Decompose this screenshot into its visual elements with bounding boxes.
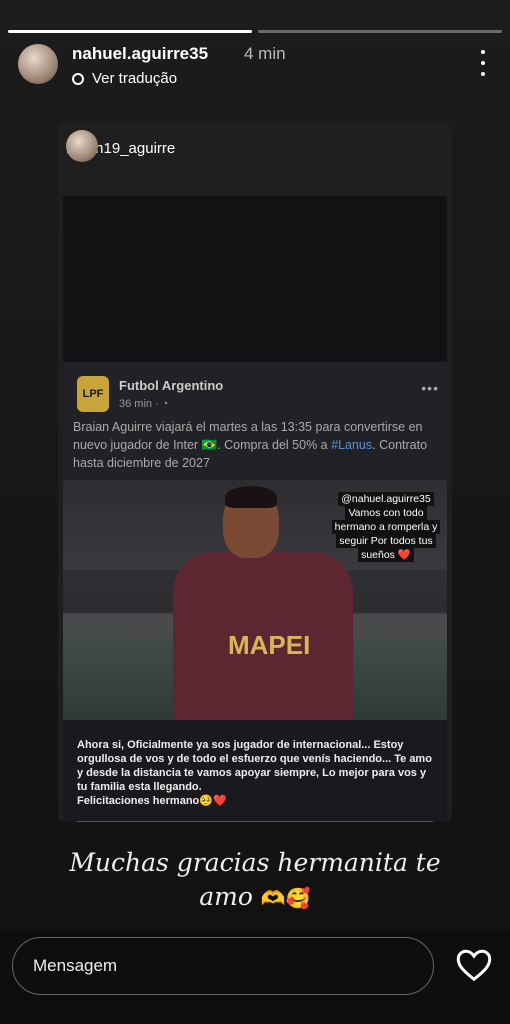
- heart-icon[interactable]: [456, 948, 492, 982]
- sticker-text: @nahuel.aguirre35 Vamos con todo hermano…: [327, 492, 445, 562]
- reply-emoji: 🫶🥰: [260, 886, 311, 910]
- message-input[interactable]: [12, 937, 434, 995]
- facebook-post: LPF Futbol Argentino 36 min · ◔ ••• Brai…: [63, 362, 447, 822]
- avatar[interactable]: [18, 44, 58, 84]
- shared-story-card[interactable]: karen19_aguirre LPF Futbol Argentino 36 …: [58, 122, 452, 822]
- post-more-icon: •••: [421, 380, 439, 396]
- message-bar: [0, 930, 510, 1024]
- progress-segment: [8, 30, 252, 33]
- flag-emoji: 🇧🇷: [201, 438, 218, 452]
- post-text: Braian Aguirre viajará el martes a las 1…: [73, 420, 428, 470]
- media-placeholder: [63, 196, 447, 362]
- caption-signoff: Felicitaciones hermano🥺❤️: [77, 795, 227, 807]
- sticker-message: Vamos con todo hermano a romperla y segu…: [331, 506, 441, 562]
- player-photo: MAPEI @nahuel.aguirre35 Vamos con todo h…: [63, 480, 447, 720]
- translate-icon: [72, 72, 84, 85]
- post-header: LPF Futbol Argentino 36 min · ◔ •••: [73, 374, 443, 414]
- progress-segment: [258, 30, 502, 33]
- mention[interactable]: @nahuel.aguirre35: [338, 492, 434, 506]
- page-name: Futbol Argentino: [119, 378, 224, 393]
- translate-button[interactable]: Ver tradução: [72, 70, 177, 87]
- story-view[interactable]: nahuel.aguirre35 4 min Ver tradução kare…: [0, 0, 510, 930]
- story-reply-text: Muchas gracias hermanita te amo 🫶🥰: [69, 848, 441, 911]
- username[interactable]: nahuel.aguirre35: [72, 44, 208, 64]
- post-time: 4 min: [244, 44, 286, 63]
- jersey-sponsor: MAPEI: [228, 630, 311, 660]
- translate-label: Ver tradução: [92, 70, 178, 87]
- divider: [77, 821, 433, 822]
- story-progress: [8, 30, 502, 33]
- caption-text: Ahora si, Oficialmente ya sos jugador de…: [77, 739, 432, 807]
- player-hair: [225, 486, 277, 508]
- post-timestamp: 36 min · ◔: [119, 398, 169, 410]
- lpf-logo: LPF: [77, 376, 109, 412]
- shared-story-header: karen19_aguirre: [66, 130, 175, 166]
- hashtag: #Lanus: [331, 438, 373, 452]
- avatar: [66, 130, 98, 162]
- story-header: nahuel.aguirre35 4 min Ver tradução: [14, 40, 496, 92]
- caption-box: Ahora si, Oficialmente ya sos jugador de…: [63, 720, 447, 822]
- more-options-icon[interactable]: [478, 50, 488, 76]
